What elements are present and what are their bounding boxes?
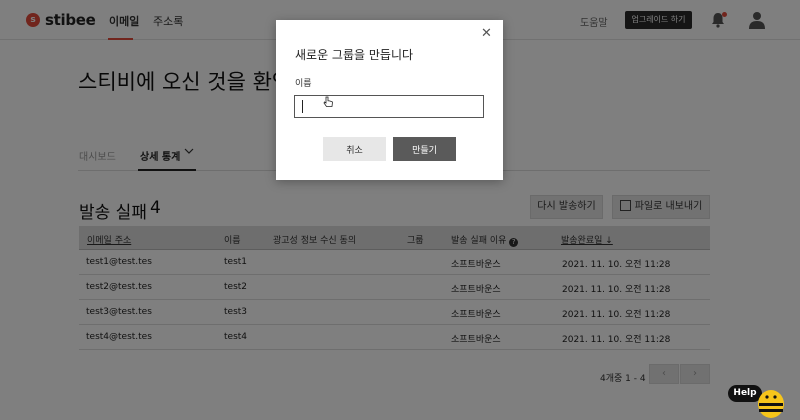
cancel-button[interactable]: 취소 <box>323 137 386 161</box>
dialog-title: 새로운 그룹을 만듭니다 <box>295 48 414 62</box>
close-icon[interactable]: ✕ <box>481 26 492 41</box>
create-button[interactable]: 만들기 <box>393 137 456 161</box>
text-caret <box>302 100 303 113</box>
create-group-dialog: ✕ 새로운 그룹을 만듭니다 이름 취소 만들기 <box>276 20 503 180</box>
hand-pointer-cursor-icon <box>323 96 333 107</box>
bee-mascot-icon[interactable] <box>756 384 786 418</box>
group-name-label: 이름 <box>295 79 312 89</box>
